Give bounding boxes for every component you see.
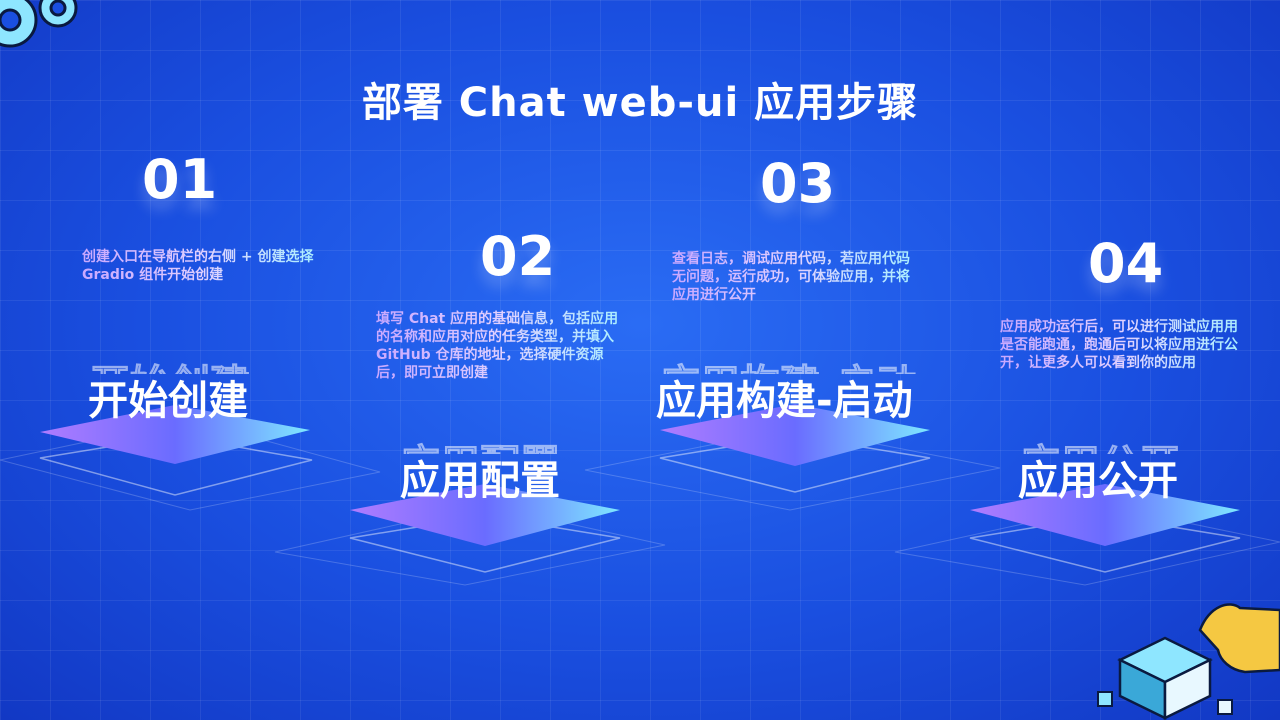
step-3-label: 应用构建-启动 <box>656 378 913 424</box>
hand-cube-icon <box>1097 603 1280 720</box>
step-1-number: 01 <box>142 148 218 211</box>
step-2-label: 应用配置 <box>400 458 560 504</box>
slide: 部署 Chat web-ui 应用步骤 01 创建入口在导航栏的右侧 + 创建选… <box>0 0 1280 720</box>
step-1-description: 创建入口在导航栏的右侧 + 创建选择 Gradio 组件开始创建 <box>82 248 322 284</box>
step-3-description: 查看日志，调试应用代码，若应用代码无问题，运行成功，可体验应用，并将应用进行公开 <box>672 250 918 304</box>
step-4-description: 应用成功运行后，可以进行测试应用用是否能跑通，跑通后可以将应用进行公开，让更多人… <box>1000 318 1245 372</box>
step-4-label: 应用公开 <box>1018 458 1178 504</box>
gear-cluster-icon <box>0 0 78 48</box>
step-1-label: 开始创建 <box>88 378 248 424</box>
step-2-number: 02 <box>480 225 556 288</box>
step-4-number: 04 <box>1088 232 1164 295</box>
step-3-number: 03 <box>760 152 836 215</box>
step-2-description: 填写 Chat 应用的基础信息，包括应用的名称和应用对应的任务类型，并填入 Gi… <box>376 310 626 382</box>
page-title: 部署 Chat web-ui 应用步骤 <box>361 80 919 126</box>
